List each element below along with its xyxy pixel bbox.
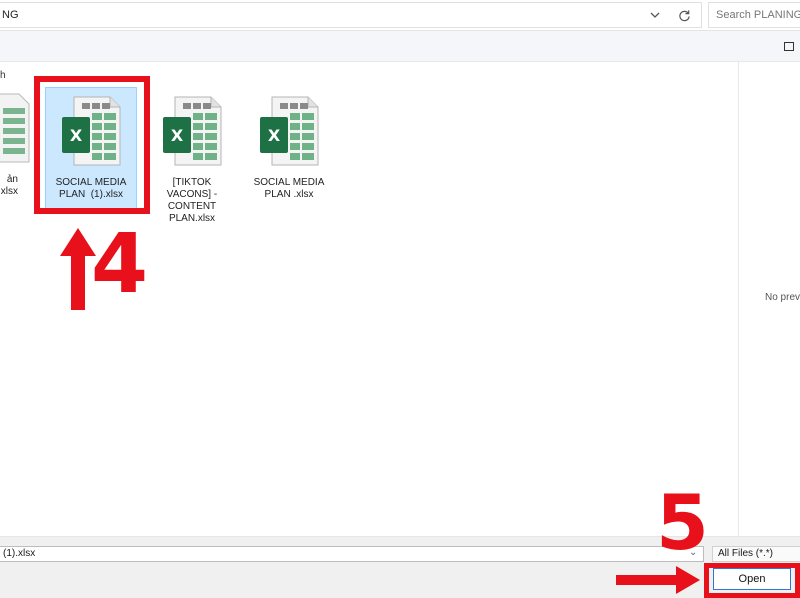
search-placeholder[interactable]: Search PLANING [716, 9, 800, 21]
search-input[interactable]: Search PLANING [708, 2, 800, 28]
file-type-select[interactable]: All Files (*.*) [712, 546, 800, 562]
step-number-4: 4 [91, 217, 149, 312]
excel-file-icon: X [256, 95, 322, 169]
file-name-input[interactable]: (1).xlsx ⌄ [0, 546, 704, 562]
address-path[interactable]: NG [2, 9, 19, 21]
top-bar: NG Search PLANING [0, 0, 800, 31]
preview-pane: No prev [738, 62, 800, 536]
file-name-value[interactable]: (1).xlsx [3, 548, 35, 559]
refresh-icon[interactable] [673, 7, 695, 27]
highlight-box-selected-file [34, 76, 150, 214]
toolbar [0, 31, 800, 62]
nav-pane-label[interactable]: h [0, 70, 6, 81]
svg-text:X: X [268, 126, 281, 145]
file-item[interactable]: X [TIKTOK VACONS] - CONTENT PLAN.xlsx [146, 95, 238, 225]
svg-text:X: X [171, 126, 184, 145]
no-preview-text: No prev [765, 292, 800, 303]
preview-pane-toggle-icon[interactable] [784, 42, 794, 51]
highlight-box-open-button [704, 563, 800, 598]
right-arrow-annotation-icon [616, 566, 700, 594]
file-item[interactable]: X SOCIAL MEDIA PLAN .xlsx [243, 95, 335, 201]
excel-file-icon [0, 92, 33, 166]
chevron-down-icon[interactable] [645, 7, 665, 27]
file-name: SOCIAL MEDIA PLAN .xlsx [253, 177, 325, 200]
address-bar[interactable]: NG [0, 2, 702, 28]
file-name: [TIKTOK VACONS] - CONTENT PLAN.xlsx [166, 177, 218, 224]
excel-file-icon: X [159, 95, 225, 169]
file-type-value[interactable]: All Files (*.*) [718, 548, 773, 559]
step-number-5: 5 [656, 478, 709, 567]
